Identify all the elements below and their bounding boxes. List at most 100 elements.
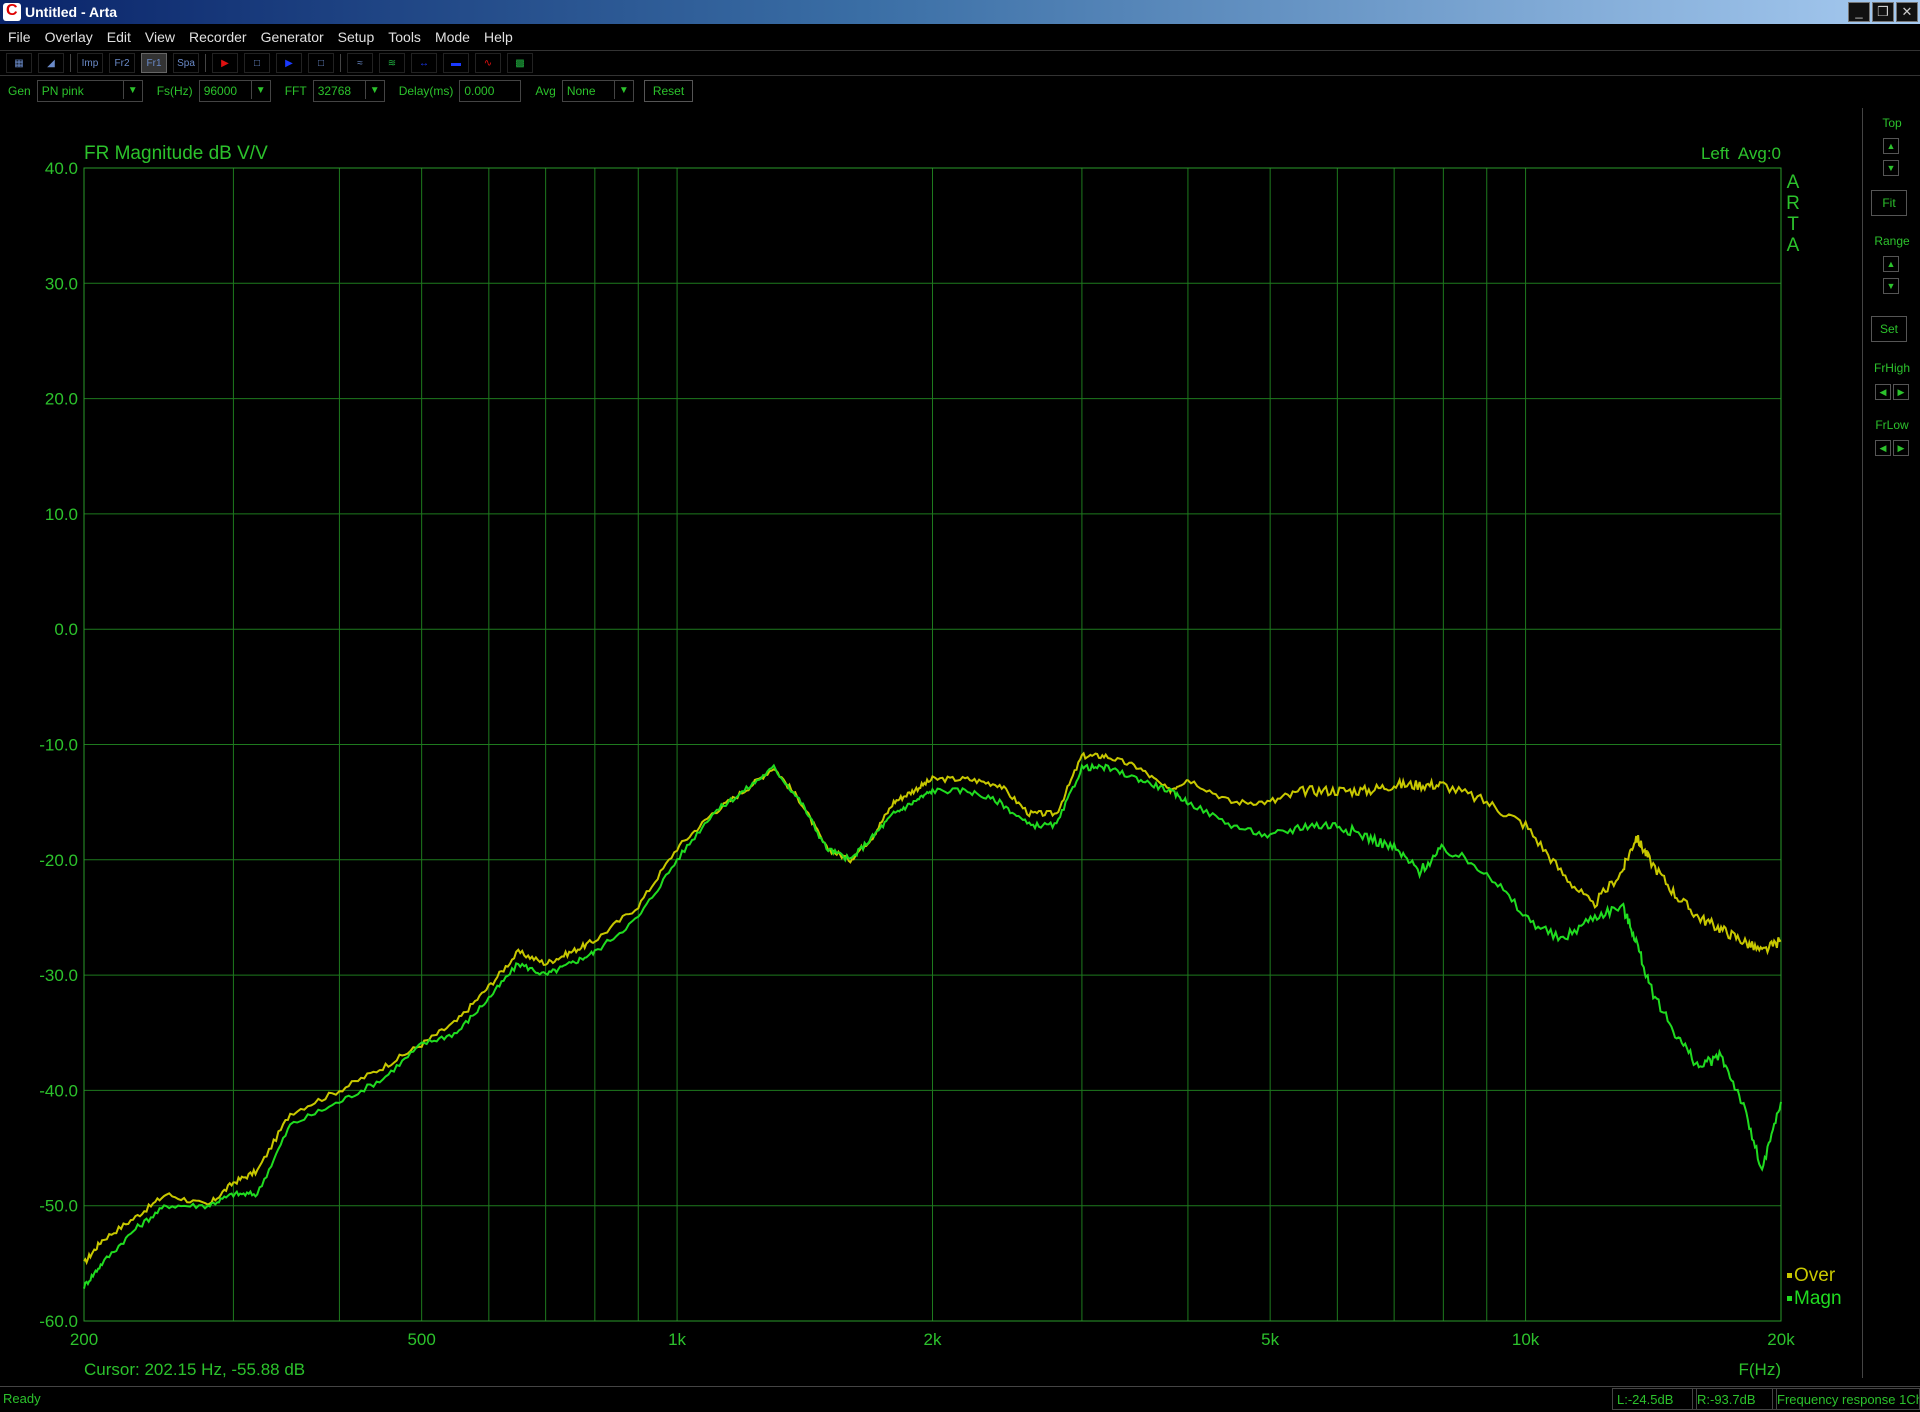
- fft-select[interactable]: 32768 ▼: [312, 80, 385, 102]
- y-tick-label: 30.0: [45, 274, 78, 293]
- measurement-controls: Gen PN pink ▼ Fs(Hz) 96000 ▼ FFT 32768 ▼…: [0, 77, 1920, 105]
- menu-tools[interactable]: Tools: [388, 29, 421, 45]
- x-tick-label: 10k: [1512, 1330, 1540, 1349]
- record-play-icon[interactable]: ▶: [212, 53, 238, 73]
- status-bar: Ready L:-24.5dB R:-93.7dB Frequency resp…: [0, 1386, 1920, 1411]
- generator-play-icon[interactable]: ▶: [276, 53, 302, 73]
- y-tick-label: -40.0: [39, 1081, 78, 1100]
- toolbar-separator: [205, 54, 206, 72]
- brand-letter: A: [1787, 172, 1800, 193]
- window-controls: _ ❒ ✕: [1848, 2, 1918, 22]
- fit-button[interactable]: Fit: [1871, 190, 1907, 216]
- menu-edit[interactable]: Edit: [107, 29, 131, 45]
- menu-bar: File Overlay Edit View Recorder Generato…: [0, 24, 1920, 51]
- generator-stop-icon[interactable]: □: [308, 53, 334, 73]
- fr1-mode-button[interactable]: Fr1: [141, 53, 167, 73]
- overlay-icon[interactable]: ▬: [443, 53, 469, 73]
- chart-channel-avg-label: Left Avg:0: [1701, 144, 1781, 163]
- top-up-button[interactable]: ▲: [1883, 138, 1899, 154]
- scope-icon[interactable]: ≈: [347, 53, 373, 73]
- color-icon[interactable]: ▩: [507, 53, 533, 73]
- delay-input[interactable]: 0.000: [459, 80, 522, 102]
- y-tick-label: 20.0: [45, 390, 78, 409]
- toolbar: ▦ ◢ Imp Fr2 Fr1 Spa ▶ □ ▶ □ ≈ ≋ ↔ ▬ ∿ ▩: [0, 51, 1920, 76]
- smoothing-icon[interactable]: ≋: [379, 53, 405, 73]
- brand-letter: A: [1787, 235, 1800, 256]
- x-axis-label: F(Hz): [1739, 1360, 1781, 1379]
- x-tick-label: 1k: [668, 1330, 686, 1349]
- chart-legend: OverMagn: [1787, 1265, 1842, 1309]
- chevron-down-icon[interactable]: ▼: [250, 81, 270, 99]
- avg-select[interactable]: None ▼: [561, 80, 634, 102]
- legend-swatch: [1787, 1273, 1792, 1278]
- menu-overlay[interactable]: Overlay: [45, 29, 93, 45]
- chart-grid: [83, 167, 1782, 1322]
- chart-title: FR Magnitude dB V/V: [84, 143, 268, 164]
- brand-letter: R: [1786, 193, 1800, 214]
- restore-button[interactable]: ❒: [1872, 2, 1894, 22]
- menu-file[interactable]: File: [8, 29, 31, 45]
- frhigh-right-button[interactable]: ▶: [1893, 384, 1909, 400]
- delay-value: 0.000: [464, 84, 495, 98]
- x-tick-label: 200: [70, 1330, 98, 1349]
- gen-select[interactable]: PN pink ▼: [36, 80, 143, 102]
- minimize-button[interactable]: _: [1848, 2, 1870, 22]
- wave-icon[interactable]: ∿: [475, 53, 501, 73]
- y-tick-label: 0.0: [54, 620, 78, 639]
- fft-value: 32768: [317, 84, 352, 98]
- chevron-down-icon[interactable]: ▼: [613, 81, 633, 99]
- new-icon[interactable]: ▦: [6, 53, 32, 73]
- chevron-down-icon[interactable]: ▼: [364, 81, 384, 99]
- menu-generator[interactable]: Generator: [261, 29, 324, 45]
- x-tick-label: 5k: [1261, 1330, 1279, 1349]
- cursor-icon[interactable]: ↔: [411, 53, 437, 73]
- close-button[interactable]: ✕: [1896, 2, 1918, 22]
- x-tick-label: 20k: [1767, 1330, 1795, 1349]
- gen-value: PN pink: [41, 84, 84, 98]
- window-title: Untitled - Arta: [25, 4, 118, 20]
- fr2-mode-button[interactable]: Fr2: [109, 53, 135, 73]
- frlow-label: FrLow: [1875, 418, 1909, 432]
- menu-mode[interactable]: Mode: [435, 29, 470, 45]
- frlow-left-button[interactable]: ◀: [1875, 440, 1891, 456]
- left-level-text: L:-24.5dB: [1617, 1391, 1674, 1407]
- y-tick-label: -20.0: [39, 851, 78, 870]
- x-tick-label: 2k: [924, 1330, 942, 1349]
- right-level-text: R:-93.7dB: [1697, 1391, 1756, 1407]
- spa-mode-button[interactable]: Spa: [173, 53, 199, 73]
- set-button[interactable]: Set: [1871, 316, 1907, 342]
- fs-select[interactable]: 96000 ▼: [198, 80, 271, 102]
- range-down-button[interactable]: ▼: [1883, 278, 1899, 294]
- app-icon: [3, 2, 21, 21]
- frhigh-left-button[interactable]: ◀: [1875, 384, 1891, 400]
- status-mode: Frequency response 1Ch: [1772, 1388, 1920, 1410]
- frlow-right-button[interactable]: ▶: [1893, 440, 1909, 456]
- record-stop-icon[interactable]: □: [244, 53, 270, 73]
- brand-letter: T: [1787, 214, 1799, 235]
- open-icon[interactable]: ◢: [38, 53, 64, 73]
- chart-labels: 40.0 30.0 20.0 10.0 0.0 -10.0 -20.0 -30.0 -40.0 -…: [39, 159, 1795, 1349]
- top-down-button[interactable]: ▼: [1883, 160, 1899, 176]
- cursor-readout: Cursor: 202.15 Hz, -55.88 dB: [84, 1360, 305, 1379]
- y-tick-label: 10.0: [45, 505, 78, 524]
- y-tick-label: -50.0: [39, 1197, 78, 1216]
- avg-label: Avg: [535, 84, 556, 98]
- menu-setup[interactable]: Setup: [338, 29, 375, 45]
- frhigh-label: FrHigh: [1873, 361, 1910, 375]
- range-label: Range: [1874, 234, 1910, 248]
- range-up-button[interactable]: ▲: [1883, 256, 1899, 272]
- menu-help[interactable]: Help: [484, 29, 513, 45]
- menu-recorder[interactable]: Recorder: [189, 29, 247, 45]
- y-tick-label: -30.0: [39, 966, 78, 985]
- legend-label: Over: [1794, 1265, 1836, 1286]
- chevron-down-icon[interactable]: ▼: [122, 81, 142, 99]
- reset-button[interactable]: Reset: [643, 80, 694, 102]
- menu-view[interactable]: View: [145, 29, 175, 45]
- top-label: Top: [1882, 116, 1902, 130]
- arta-brand-label: ARTA: [1786, 172, 1800, 256]
- y-tick-label: -60.0: [39, 1312, 78, 1331]
- frequency-response-chart[interactable]: 40.0 30.0 20.0 10.0 0.0 -10.0 -20.0 -30.0 -40.0 -…: [0, 108, 1860, 1384]
- x-tick-label: 500: [407, 1330, 435, 1349]
- fft-label: FFT: [284, 84, 307, 98]
- impulse-mode-button[interactable]: Imp: [77, 53, 103, 73]
